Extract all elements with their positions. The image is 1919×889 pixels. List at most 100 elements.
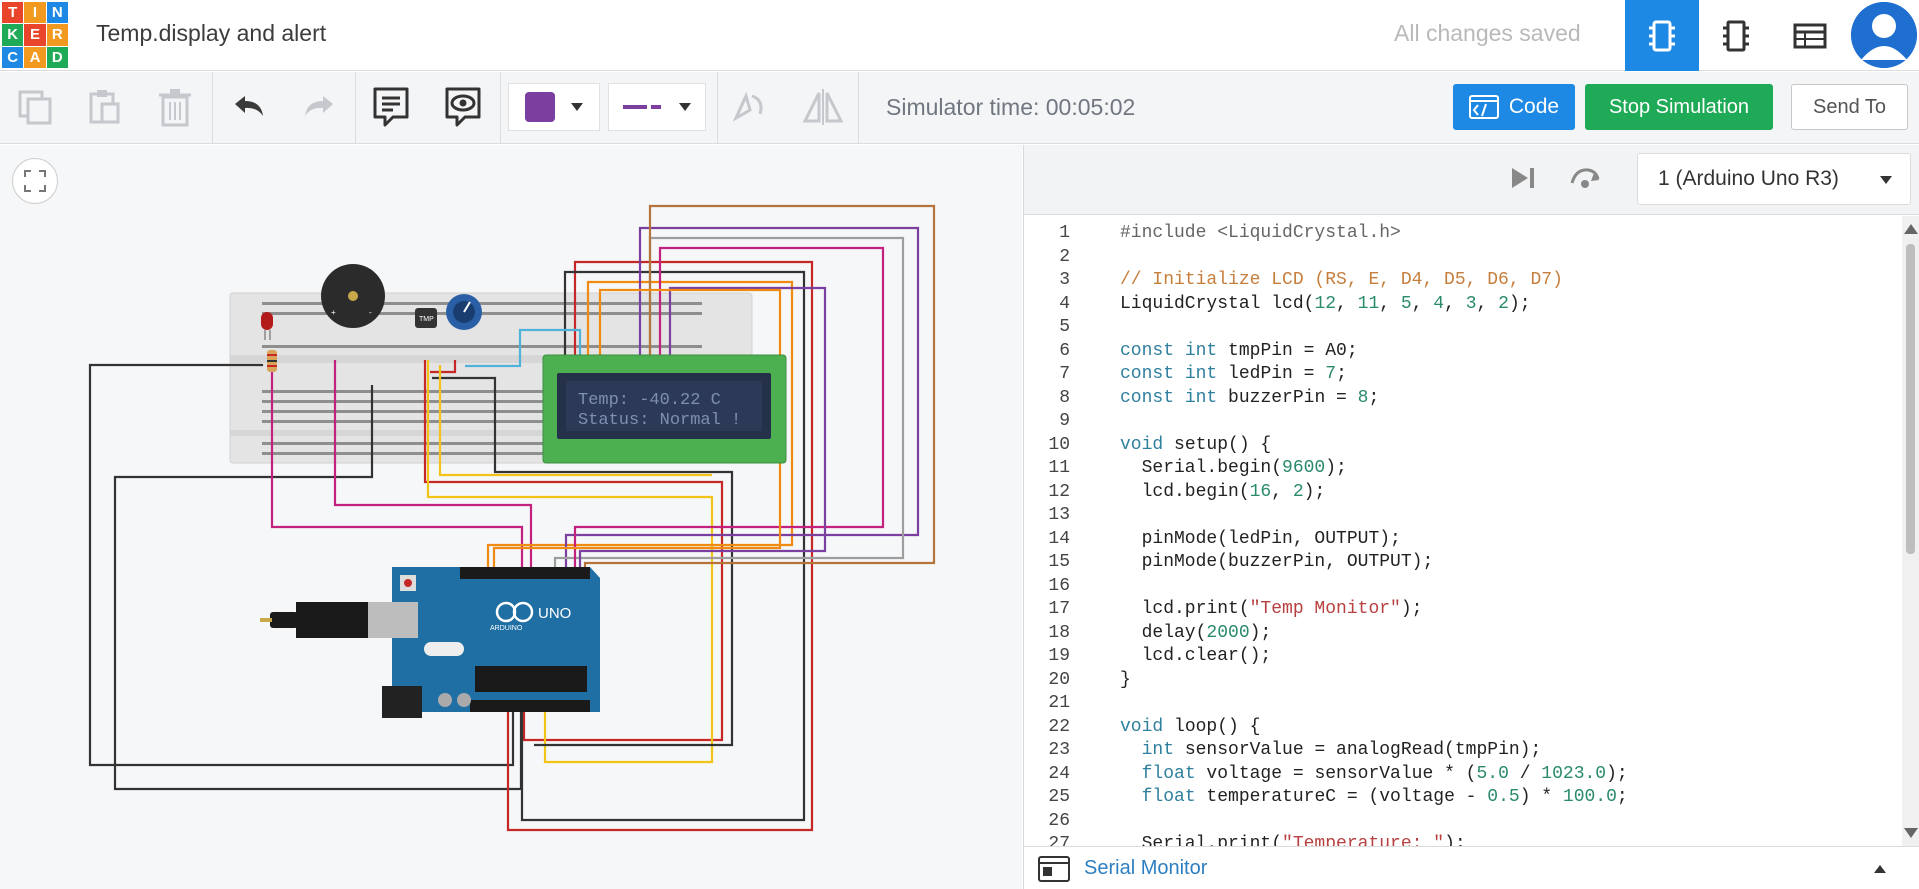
line-number: 10 [1048, 434, 1070, 455]
code-line[interactable]: delay(2000); [1074, 622, 1900, 646]
code-line[interactable] [1074, 504, 1900, 528]
color-swatch-icon [525, 92, 555, 122]
logo-letter: N [46, 2, 68, 24]
code-line[interactable]: const int tmpPin = A0; [1074, 340, 1900, 364]
code-line[interactable]: } [1074, 669, 1900, 693]
toggle-notes-button[interactable] [440, 82, 486, 132]
lcd-display[interactable]: Temp: -40.22 C Status: Normal ! [542, 354, 787, 464]
code-line[interactable]: const int buzzerPin = 8; [1074, 387, 1900, 411]
serial-monitor-label: Serial Monitor [1084, 857, 1208, 879]
color-picker[interactable] [508, 83, 600, 131]
code-line[interactable]: float voltage = sensorValue * (5.0 / 102… [1074, 763, 1900, 787]
undo-button[interactable] [228, 82, 270, 132]
usb-cable[interactable] [260, 602, 368, 638]
code-button[interactable]: Code [1453, 84, 1575, 130]
code-line[interactable]: int sensorValue = analogRead(tmpPin); [1074, 739, 1900, 763]
board-select[interactable]: 1 (Arduino Uno R3) [1637, 153, 1911, 205]
code-line[interactable]: void loop() { [1074, 716, 1900, 740]
line-number: 24 [1048, 763, 1070, 784]
line-number: 11 [1048, 458, 1070, 478]
toolbar: Simulator time: 00:05:02 Code Stop Simul… [0, 72, 1919, 144]
line-number: 26 [1048, 810, 1070, 831]
rotate-button[interactable] [728, 82, 770, 132]
component-list-button[interactable] [1773, 0, 1847, 71]
tinkercad-logo[interactable]: TINKERCAD [2, 2, 68, 68]
schematic-view-icon [1723, 20, 1749, 51]
scroll-up-icon [1904, 224, 1918, 234]
code-line[interactable]: Serial.print("Temperature: "); [1074, 833, 1900, 846]
scroll-down-icon [1904, 828, 1918, 838]
chevron-down-icon [679, 103, 691, 111]
board-select-value: 1 (Arduino Uno R3) [1658, 167, 1839, 190]
code-line[interactable]: pinMode(ledPin, OUTPUT); [1074, 528, 1900, 552]
code-line[interactable]: lcd.print("Temp Monitor"); [1074, 598, 1900, 622]
code-panel-header: 1 (Arduino Uno R3) [1024, 145, 1919, 215]
schematic-view-button[interactable] [1699, 0, 1773, 71]
code-line[interactable]: pinMode(buzzerPin, OUTPUT); [1074, 551, 1900, 575]
step-button[interactable] [1508, 165, 1536, 196]
redo-button[interactable] [298, 82, 340, 132]
code-line[interactable]: const int ledPin = 7; [1074, 363, 1900, 387]
paste-button[interactable] [84, 82, 126, 132]
arduino-model: UNO [538, 605, 571, 622]
sensor-label: TMP [419, 316, 434, 323]
piezo-buzzer[interactable]: + - [321, 264, 385, 328]
code-line[interactable]: Serial.begin(9600); [1074, 457, 1900, 481]
line-style-icon [623, 105, 661, 109]
code-line[interactable] [1074, 810, 1900, 834]
code-button-label: Code [1508, 95, 1560, 118]
code-line[interactable]: LiquidCrystal lcd(12, 11, 5, 4, 3, 2); [1074, 293, 1900, 317]
serial-monitor-icon [1038, 856, 1070, 882]
resistor[interactable] [267, 350, 277, 372]
arduino-uno[interactable]: UNO ARDUINO [350, 567, 600, 718]
line-number: 9 [1059, 411, 1070, 431]
line-number: 12 [1048, 481, 1070, 502]
line-number: 4 [1059, 293, 1070, 314]
circuit-canvas[interactable]: + - TMP Temp: -40.22 C Status: Normal ! [0, 145, 1022, 889]
notes-visibility-icon [445, 87, 481, 127]
save-status: All changes saved [1394, 20, 1581, 46]
code-line[interactable] [1074, 692, 1900, 716]
temperature-sensor[interactable]: TMP [415, 308, 437, 328]
code-editor[interactable]: #include <LiquidCrystal.h> // Initialize… [1074, 216, 1900, 846]
send-to-button[interactable]: Send To [1791, 84, 1908, 130]
lcd-line-1: Temp: -40.22 C [578, 391, 721, 410]
project-title[interactable]: Temp.display and alert [96, 20, 326, 47]
code-line[interactable]: lcd.clear(); [1074, 645, 1900, 669]
code-line[interactable]: lcd.begin(16, 2); [1074, 481, 1900, 505]
chevron-down-icon [571, 103, 583, 111]
code-line[interactable]: #include <LiquidCrystal.h> [1074, 222, 1900, 246]
flip-button[interactable] [800, 82, 846, 132]
line-number: 7 [1059, 364, 1070, 384]
undo-icon [235, 96, 263, 116]
line-number: 22 [1048, 716, 1070, 737]
code-line[interactable]: // Initialize LCD (RS, E, D4, D5, D6, D7… [1074, 269, 1900, 293]
code-line[interactable] [1074, 575, 1900, 599]
line-style-picker[interactable] [608, 83, 706, 131]
logo-letter: C [2, 46, 24, 68]
paste-icon [89, 90, 120, 124]
logo-letter: I [24, 2, 46, 24]
delete-button[interactable] [154, 82, 196, 132]
step-icon [1512, 168, 1534, 188]
code-line[interactable] [1074, 316, 1900, 340]
logo-letter: D [46, 46, 68, 68]
svg-text:-: - [369, 308, 372, 317]
circuit-view-button[interactable] [1625, 0, 1699, 71]
line-number: 1 [1059, 223, 1070, 243]
code-line[interactable] [1074, 410, 1900, 434]
redo-icon [305, 96, 333, 116]
line-number: 16 [1048, 575, 1070, 596]
serial-monitor-bar[interactable]: Serial Monitor [1024, 846, 1919, 889]
stop-simulation-button[interactable]: Stop Simulation [1585, 84, 1773, 130]
code-line[interactable]: float temperatureC = (voltage - 0.5) * 1… [1074, 786, 1900, 810]
code-line[interactable]: void setup() { [1074, 434, 1900, 458]
code-scrollbar[interactable] [1902, 216, 1919, 846]
potentiometer[interactable] [446, 294, 482, 330]
scroll-thumb[interactable] [1906, 244, 1915, 554]
code-line[interactable] [1074, 246, 1900, 270]
add-note-button[interactable] [368, 82, 414, 132]
copy-button[interactable] [14, 82, 56, 132]
avatar[interactable] [1851, 2, 1917, 68]
resume-button[interactable] [1568, 165, 1602, 196]
